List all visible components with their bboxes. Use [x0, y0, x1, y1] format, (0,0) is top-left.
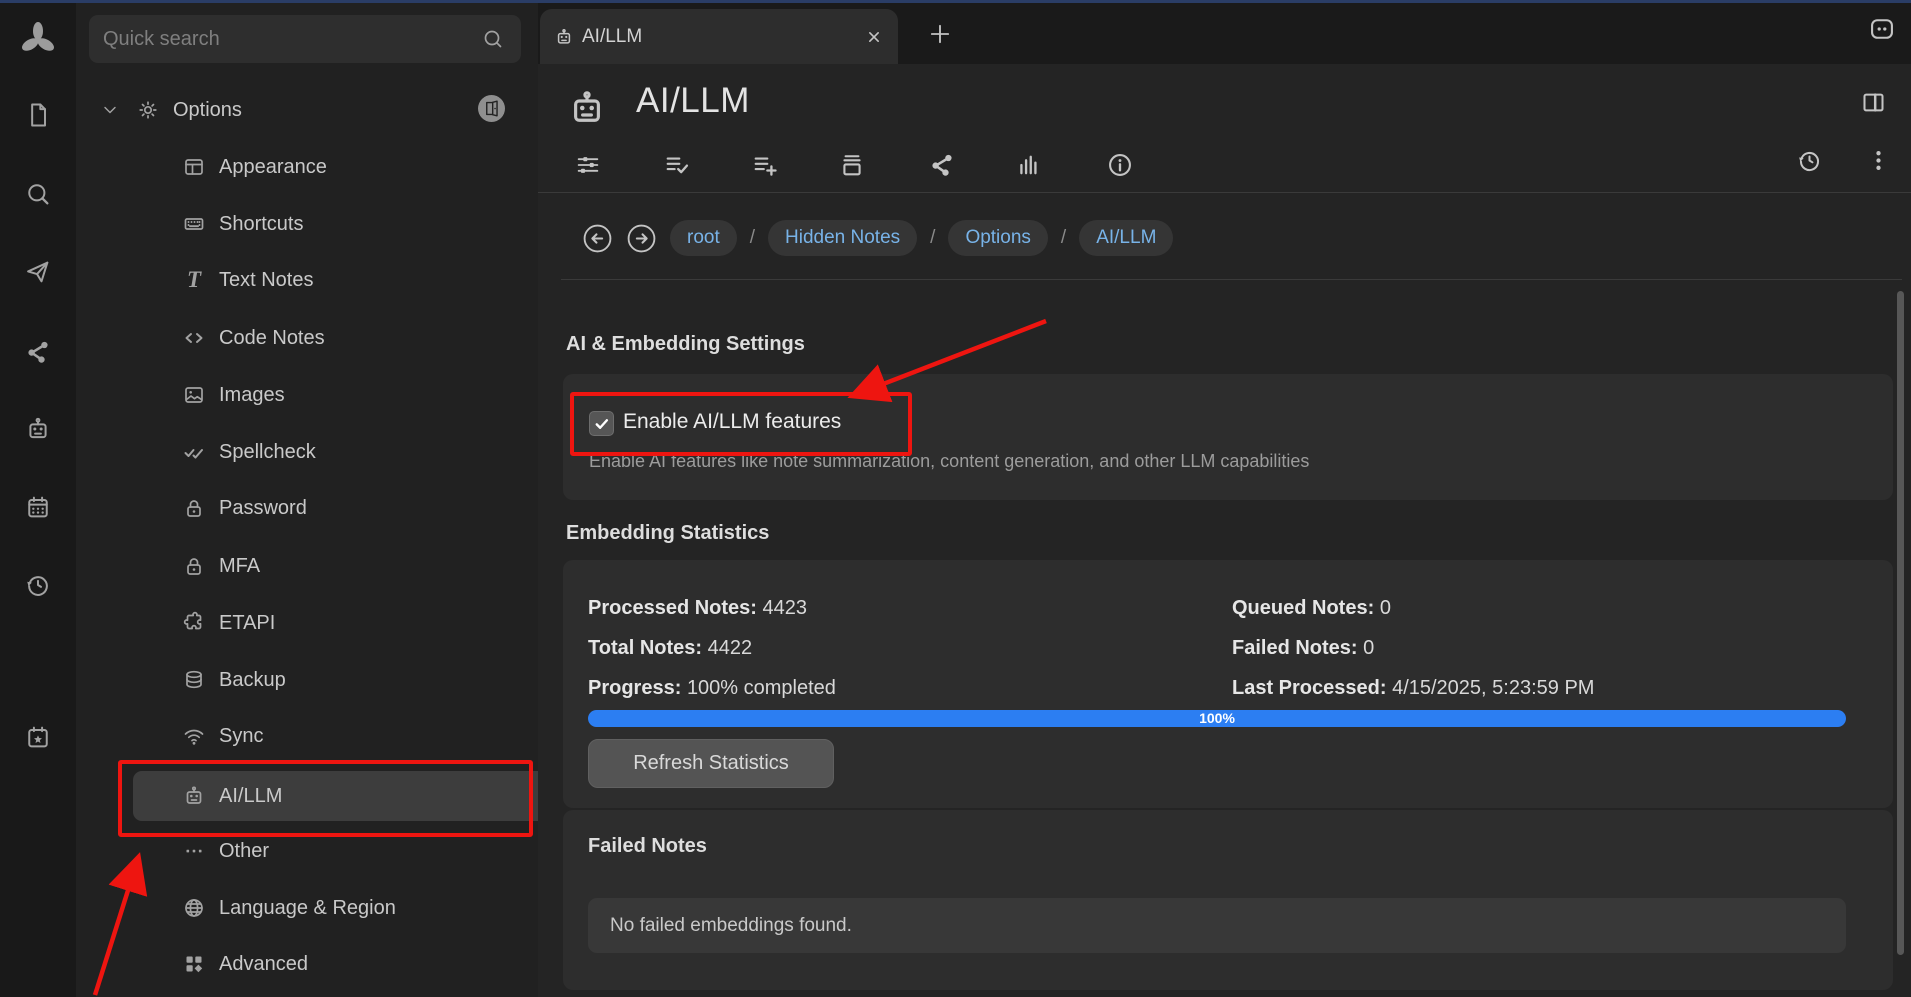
- section-heading-embedding-stats: Embedding Statistics: [566, 522, 769, 545]
- note-map-icon[interactable]: [24, 338, 52, 366]
- ribbon-tab-inherited-attributes[interactable]: [751, 151, 779, 179]
- breadcrumb-root[interactable]: root: [670, 220, 737, 256]
- search-icon[interactable]: [481, 27, 505, 51]
- note-revisions-icon[interactable]: [1796, 147, 1823, 174]
- grid-icon: [182, 952, 206, 976]
- breadcrumb-separator: /: [930, 227, 935, 249]
- stat-processed-notes: Processed Notes: 4423: [588, 588, 836, 628]
- ribbon-tab-note-info[interactable]: [1106, 151, 1134, 179]
- ribbon-tab-owned-attributes[interactable]: [663, 151, 691, 179]
- wifi-icon: [182, 724, 206, 748]
- tab-ai-llm[interactable]: AI/LLM: [540, 9, 898, 64]
- stats-right-column: Queued Notes: 0 Failed Notes: 0 Last Pro…: [1232, 588, 1594, 708]
- breadcrumb-separator: /: [750, 227, 755, 249]
- new-tab-button[interactable]: [926, 20, 954, 48]
- calendar-icon[interactable]: [24, 493, 52, 521]
- text-t-icon: T: [182, 268, 206, 292]
- layout-icon: [182, 155, 206, 179]
- trilium-logo: [17, 19, 59, 61]
- failed-notes-empty-box: No failed embeddings found.: [588, 898, 1846, 953]
- new-note-button[interactable]: [24, 101, 52, 129]
- ribbon-tab-note-size[interactable]: [1015, 151, 1043, 179]
- tab-bar: AI/LLM: [538, 3, 1911, 64]
- robot-icon: [554, 27, 574, 47]
- robot-icon: [182, 784, 206, 808]
- split-view-icon[interactable]: [1860, 89, 1887, 116]
- breadcrumb-options[interactable]: Options: [948, 220, 1047, 256]
- puzzle-icon: [182, 611, 206, 635]
- quick-search[interactable]: [89, 15, 521, 63]
- back-button[interactable]: [582, 223, 613, 254]
- close-icon[interactable]: [864, 27, 884, 47]
- send-icon[interactable]: [24, 258, 52, 286]
- main-panel: AI/LLM AI/LLM: [538, 3, 1911, 997]
- note-tree-panel: Options Appearance Shortcuts T Text Note…: [76, 3, 538, 997]
- stats-left-column: Processed Notes: 4423 Total Notes: 4422 …: [588, 588, 836, 708]
- history-icon[interactable]: [24, 571, 52, 599]
- lock-icon: [182, 496, 206, 520]
- ribbon-tab-note-map[interactable]: [928, 151, 956, 179]
- hoist-door-button[interactable]: [478, 95, 505, 122]
- sidebar-item-label: Options: [173, 99, 242, 122]
- app-window: Options Appearance Shortcuts T Text Note…: [0, 0, 1911, 997]
- image-icon: [182, 383, 206, 407]
- dots-icon: [182, 839, 206, 863]
- database-icon: [182, 668, 206, 692]
- embedding-progress-bar: 100%: [588, 710, 1846, 727]
- gear-icon: [136, 98, 160, 122]
- stat-last-processed: Last Processed: 4/15/2025, 5:23:59 PM: [1232, 668, 1594, 708]
- stat-queued-notes: Queued Notes: 0: [1232, 588, 1594, 628]
- stat-total-notes: Total Notes: 4422: [588, 628, 836, 668]
- breadcrumb-ai-llm[interactable]: AI/LLM: [1079, 220, 1173, 256]
- launcher-rail: [0, 3, 76, 997]
- ribbon-tab-note-paths[interactable]: [838, 151, 866, 179]
- chevron-down-icon[interactable]: [100, 100, 120, 120]
- note-title[interactable]: AI/LLM: [636, 81, 750, 121]
- forward-button[interactable]: [626, 223, 657, 254]
- breadcrumb-separator: /: [1061, 227, 1066, 249]
- kebab-menu-icon[interactable]: [1865, 147, 1892, 174]
- lock-icon: [182, 554, 206, 578]
- tab-title: AI/LLM: [582, 26, 864, 48]
- quick-search-input[interactable]: [89, 28, 481, 51]
- breadcrumb: root / Hidden Notes / Options / AI/LLM: [582, 220, 1173, 256]
- enable-ai-label[interactable]: Enable AI/LLM features: [623, 410, 841, 434]
- section-heading-ai-settings: AI & Embedding Settings: [566, 333, 805, 356]
- robot-icon: [566, 87, 608, 129]
- breadcrumb-hidden-notes[interactable]: Hidden Notes: [768, 220, 917, 256]
- failed-notes-card: Failed Notes No failed embeddings found.: [563, 810, 1893, 990]
- spellcheck-icon: [182, 440, 206, 464]
- divider: [561, 279, 1902, 280]
- refresh-statistics-button[interactable]: Refresh Statistics: [588, 739, 834, 788]
- globe-icon: [182, 896, 206, 920]
- calendar-star-icon[interactable]: [24, 723, 52, 751]
- progress-percent-label: 100%: [1199, 710, 1235, 726]
- enable-ai-description: Enable AI features like note summarizati…: [589, 451, 1309, 472]
- keyboard-icon: [182, 212, 206, 236]
- ribbon-tab-basic-properties[interactable]: [574, 151, 602, 179]
- embedding-stats-card: Processed Notes: 4423 Total Notes: 4422 …: [563, 560, 1893, 808]
- enable-ai-checkbox[interactable]: [589, 411, 614, 436]
- stat-progress: Progress: 100% completed: [588, 668, 836, 708]
- search-icon[interactable]: [24, 180, 52, 208]
- ai-settings-card: Enable AI/LLM features Enable AI feature…: [563, 374, 1893, 500]
- section-heading-failed-notes: Failed Notes: [588, 835, 707, 858]
- robot-icon[interactable]: [24, 415, 52, 443]
- chat-icon[interactable]: [1868, 15, 1896, 43]
- failed-notes-empty-message: No failed embeddings found.: [610, 898, 1846, 953]
- stat-failed-notes: Failed Notes: 0: [1232, 628, 1594, 668]
- divider: [538, 192, 1911, 193]
- code-icon: [182, 326, 206, 350]
- scrollbar-thumb[interactable]: [1897, 291, 1904, 955]
